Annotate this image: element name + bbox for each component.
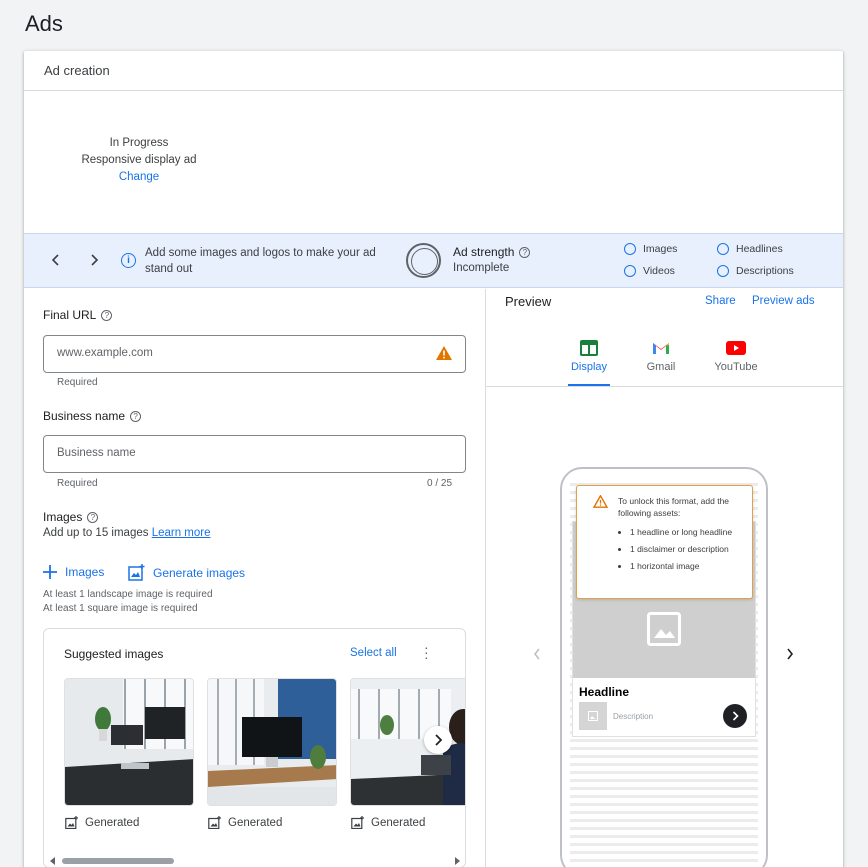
tabs-divider — [486, 386, 843, 387]
unlock-requirements: 1 headline or long headline 1 disclaimer… — [618, 526, 748, 577]
help-icon[interactable]: ? — [130, 411, 142, 422]
change-link[interactable]: Change — [24, 169, 254, 186]
youtube-icon — [726, 341, 746, 355]
generated-icon — [351, 816, 364, 829]
suggested-image-1[interactable] — [64, 678, 194, 806]
suggested-images-panel: Suggested images Select all · · · Genera… — [43, 628, 466, 867]
chevron-left-icon — [533, 648, 540, 660]
business-name-label: Business name? — [43, 409, 142, 423]
final-url-hint: Required — [57, 377, 98, 388]
add-images-button[interactable]: Images — [43, 565, 104, 579]
unlock-message: To unlock this format, add the following… — [618, 496, 730, 518]
help-icon[interactable]: ? — [87, 512, 99, 523]
preview-prev-button[interactable] — [530, 647, 544, 661]
chevron-right-icon — [434, 734, 442, 746]
final-url-input[interactable]: www.example.com — [43, 335, 466, 373]
images-subtext: Add up to 15 images Learn more — [43, 527, 211, 539]
generate-images-button[interactable]: Generate images — [128, 564, 245, 581]
status-state: In Progress — [109, 137, 169, 149]
card-header: Ad creation — [24, 51, 843, 91]
ad-strength-ring — [406, 243, 441, 278]
plus-icon — [43, 565, 57, 579]
ad-go-button — [723, 704, 747, 728]
tab-youtube[interactable]: YouTube — [706, 339, 766, 373]
image-1-caption: Generated — [65, 816, 139, 829]
requirement-item: 1 headline or long headline — [630, 526, 748, 538]
ad-creation-card: Ad creation In Progress Responsive displ… — [24, 51, 843, 867]
generated-icon — [208, 816, 221, 829]
warning-icon — [436, 346, 452, 360]
image-2-caption: Generated — [208, 816, 282, 829]
tab-gmail[interactable]: Gmail — [631, 339, 691, 373]
requirement-item: 1 disclaimer or description — [630, 543, 748, 555]
preview-title: Preview — [505, 294, 552, 309]
ad-strength-bar: i Add some images and logos to make your… — [24, 233, 843, 288]
tab-display[interactable]: Display — [559, 339, 619, 373]
horizontal-scrollbar[interactable] — [44, 855, 465, 867]
unchecked-circle-icon — [717, 243, 729, 255]
ad-strength-label: Ad strength? — [453, 245, 531, 259]
help-icon[interactable]: ? — [519, 247, 531, 258]
phone-preview: Headline Description To unlock this form… — [560, 467, 768, 867]
display-icon — [580, 340, 598, 356]
scroll-left-icon — [50, 857, 55, 865]
preview-next-button[interactable] — [783, 647, 797, 661]
ad-logo-placeholder — [579, 702, 607, 730]
business-name-hint: Required — [57, 478, 98, 489]
info-icon: i — [121, 253, 136, 268]
generate-image-icon — [128, 564, 145, 581]
chevron-left-icon — [51, 254, 59, 266]
image-placeholder-icon — [588, 711, 598, 721]
preview-ads-button[interactable]: Preview ads — [752, 295, 815, 307]
scroll-right-icon — [455, 857, 460, 865]
image-3-caption: Generated — [351, 816, 425, 829]
share-button[interactable]: Share — [705, 295, 736, 307]
landscape-requirement: At least 1 landscape image is required — [43, 589, 213, 600]
images-label: Images? — [43, 510, 99, 524]
unchecked-circle-icon — [624, 243, 636, 255]
ad-strength-value: Incomplete — [453, 262, 510, 274]
learn-more-link[interactable]: Learn more — [152, 527, 211, 539]
unchecked-circle-icon — [717, 265, 729, 277]
strength-tip: Add some images and logos to make your a… — [145, 247, 376, 275]
ad-headline: Headline — [579, 685, 630, 699]
gmail-icon — [653, 343, 669, 354]
chevron-right-icon — [732, 711, 739, 721]
check-descriptions: Descriptions — [717, 265, 794, 277]
ad-form: Final URL? www.example.com Required Busi… — [24, 289, 486, 867]
requirement-item: 1 horizontal image — [630, 560, 748, 572]
generated-icon — [65, 816, 78, 829]
more-options-icon[interactable]: · · · — [424, 640, 429, 664]
image-placeholder-icon — [647, 612, 681, 646]
square-requirement: At least 1 square image is required — [43, 603, 198, 614]
business-name-counter: 0 / 25 — [427, 478, 453, 489]
next-images-button[interactable] — [424, 726, 452, 754]
business-name-input[interactable]: Business name — [43, 435, 466, 473]
ad-status: In Progress Responsive display ad Change — [24, 135, 254, 186]
ad-description: Description — [613, 712, 654, 721]
check-images: Images — [624, 243, 677, 255]
warning-icon — [593, 495, 608, 508]
page-title: Ads — [25, 11, 63, 36]
active-tab-indicator — [568, 384, 610, 386]
chevron-right-icon — [91, 254, 99, 266]
help-icon[interactable]: ? — [101, 310, 113, 321]
suggested-images-title: Suggested images — [64, 647, 164, 661]
unchecked-circle-icon — [624, 265, 636, 277]
suggested-image-2[interactable] — [207, 678, 337, 806]
next-tip-button[interactable] — [84, 250, 104, 270]
preview-panel: Preview Share Preview ads Display Gmail … — [486, 289, 843, 867]
chevron-right-icon — [787, 648, 794, 660]
check-headlines: Headlines — [717, 243, 783, 255]
previous-tip-button[interactable] — [46, 250, 66, 270]
check-videos: Videos — [624, 265, 675, 277]
final-url-label: Final URL? — [43, 308, 113, 322]
scrollbar-thumb[interactable] — [62, 858, 174, 864]
select-all-button[interactable]: Select all — [350, 647, 397, 659]
unlock-format-notice: To unlock this format, add the following… — [576, 485, 753, 599]
ad-type: Responsive display ad — [81, 154, 197, 166]
